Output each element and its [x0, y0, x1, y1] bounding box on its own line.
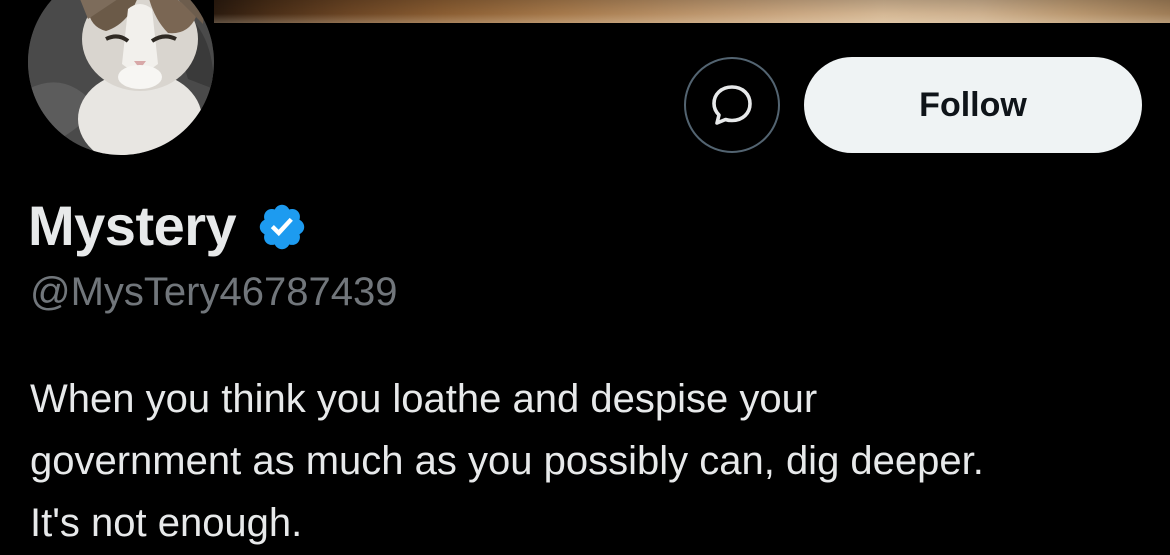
- profile-name-row: Mystery: [28, 190, 308, 260]
- message-bubble-icon: [712, 85, 752, 125]
- profile-bio: When you think you loathe and despise yo…: [30, 368, 1130, 554]
- bio-line: When you think you loathe and despise yo…: [30, 377, 818, 421]
- verified-badge-icon[interactable]: [256, 201, 308, 253]
- bio-line: It's not enough.: [30, 501, 303, 545]
- bio-line: government as much as you possibly can, …: [30, 439, 984, 483]
- banner-image: [214, 0, 1170, 23]
- message-button[interactable]: [684, 57, 780, 153]
- display-name: Mystery: [28, 193, 237, 257]
- follow-button[interactable]: Follow: [804, 57, 1142, 153]
- cat-photo-icon: [28, 0, 214, 155]
- profile-handle: @MysTery46787439: [30, 270, 398, 314]
- avatar[interactable]: [23, 0, 219, 160]
- avatar-image: [28, 0, 214, 155]
